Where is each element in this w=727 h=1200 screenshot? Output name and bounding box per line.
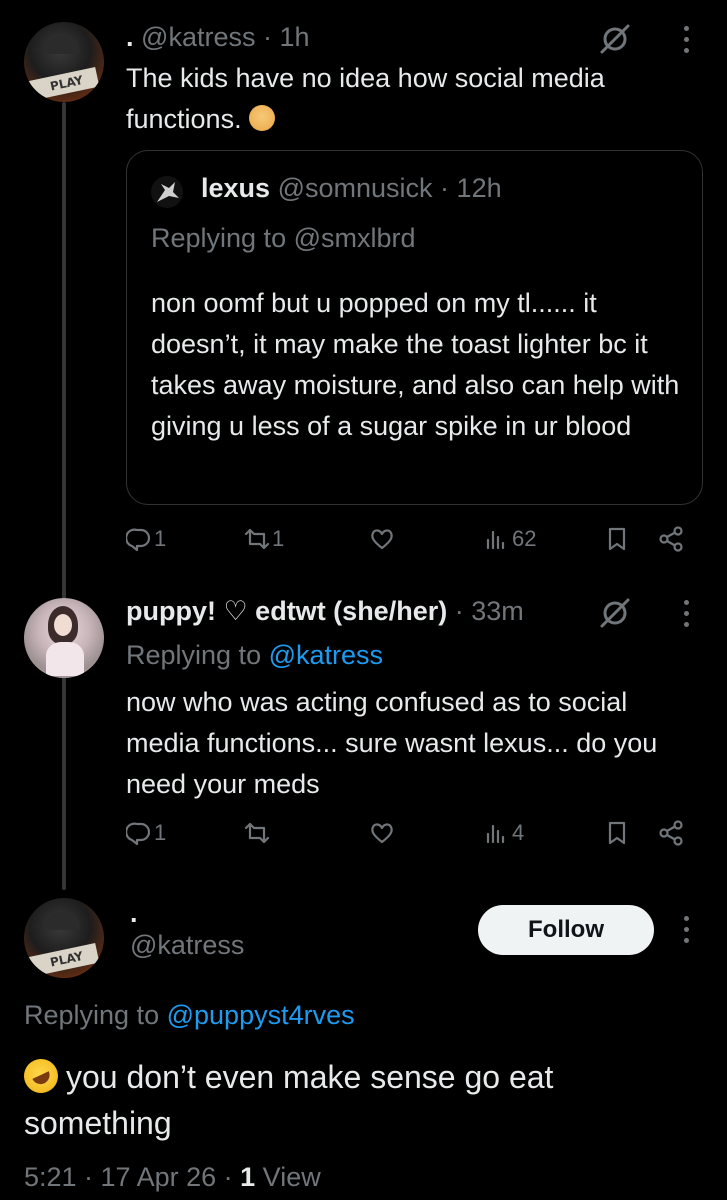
bookmark-icon [608, 527, 626, 551]
views-count: 1 [240, 1162, 256, 1192]
quote-header: lexus @somnusick · 12h [201, 173, 502, 204]
views-button[interactable]: 62 [484, 526, 536, 552]
tweet-timestamp: 5:21 · 17 Apr 26 · 1 View [24, 1162, 321, 1193]
avatar-cap [46, 36, 80, 54]
more-icon[interactable] [681, 916, 691, 946]
quote-display-name: lexus [201, 173, 271, 203]
reply-icon [126, 528, 151, 552]
tweet-text: The kids have no idea how social media f… [126, 63, 605, 134]
quote-replying-to: Replying to @smxlbrd [151, 223, 416, 253]
heart-icon [371, 529, 393, 550]
bookmark-icon [608, 821, 626, 845]
like-button[interactable] [369, 526, 395, 552]
tweet-text: you don’t even make sense go eat somethi… [18, 1052, 684, 1146]
like-button[interactable] [369, 820, 395, 846]
avatar-cap [46, 912, 80, 930]
share-icon [659, 526, 683, 552]
grok-icon[interactable] [598, 596, 632, 630]
reply-button[interactable]: 1 [126, 820, 166, 846]
avatar-play-sign: PLAY [26, 942, 100, 978]
reply-button[interactable]: 1 [126, 526, 166, 552]
avatar[interactable]: PLAY [24, 898, 104, 978]
handle[interactable]: @katress [130, 930, 244, 961]
tweet-actions: 1 4 [126, 820, 696, 860]
replying-to: Replying to @puppyst4rves [24, 1000, 355, 1030]
views-label: View [255, 1162, 321, 1192]
reply-icon [126, 822, 151, 846]
quote-avatar[interactable] [151, 176, 183, 208]
quote-time: 12h [456, 173, 502, 203]
avatar-play-sign: PLAY [26, 66, 100, 102]
more-icon[interactable] [681, 600, 691, 630]
tweet-header: puppy! ♡ edtwt (she/her) · 33m [126, 596, 524, 627]
separator-dot: · [262, 22, 272, 52]
thread-line [62, 102, 66, 890]
mention-link[interactable]: @katress [269, 640, 383, 670]
display-name[interactable]: puppy! ♡ edtwt (she/her) [126, 596, 447, 626]
repost-icon [244, 528, 270, 550]
quote-handle: @somnusick [277, 173, 433, 203]
timestamp[interactable]: 5:21 · 17 Apr 26 · [24, 1162, 240, 1192]
replying-to: Replying to @katress [126, 640, 384, 670]
views-button[interactable]: 4 [484, 820, 524, 846]
display-name[interactable]: . [126, 22, 134, 52]
share-button[interactable] [658, 526, 684, 552]
rofl-emoji-icon [18, 1052, 64, 1099]
grok-icon[interactable] [598, 22, 632, 56]
more-icon[interactable] [681, 26, 691, 56]
heart-icon [371, 823, 393, 844]
facepalm-emoji-icon [249, 104, 276, 131]
share-button[interactable] [658, 820, 684, 846]
tweet-header: . @katress · 1h [126, 22, 310, 53]
views-icon [486, 824, 505, 844]
separator-dot: · [440, 173, 450, 203]
quoted-tweet[interactable]: lexus @somnusick · 12h Replying to @smxl… [126, 150, 703, 505]
separator-dot: · [454, 596, 464, 626]
time[interactable]: 1h [280, 22, 310, 52]
avatar-dress [46, 642, 84, 676]
avatar[interactable]: PLAY [24, 22, 104, 102]
repost-button[interactable] [244, 820, 270, 846]
tweet-actions: 1 1 62 [126, 526, 696, 566]
views-icon [486, 530, 505, 550]
tweet-text: now who was acting confused as to social… [126, 687, 658, 799]
display-name[interactable]: . [130, 898, 138, 929]
handle[interactable]: @katress [141, 22, 255, 52]
bookmark-button[interactable] [604, 820, 630, 846]
avatar[interactable] [24, 598, 104, 678]
mention-link[interactable]: @puppyst4rves [167, 1000, 355, 1030]
follow-button[interactable]: Follow [478, 905, 654, 955]
repost-button[interactable]: 1 [244, 526, 284, 552]
share-icon [659, 820, 683, 846]
quote-text: non oomf but u popped on my tl...... it … [151, 288, 680, 441]
avatar-face [54, 614, 72, 636]
time[interactable]: 33m [471, 596, 524, 626]
repost-icon [244, 822, 270, 844]
bookmark-button[interactable] [604, 526, 630, 552]
